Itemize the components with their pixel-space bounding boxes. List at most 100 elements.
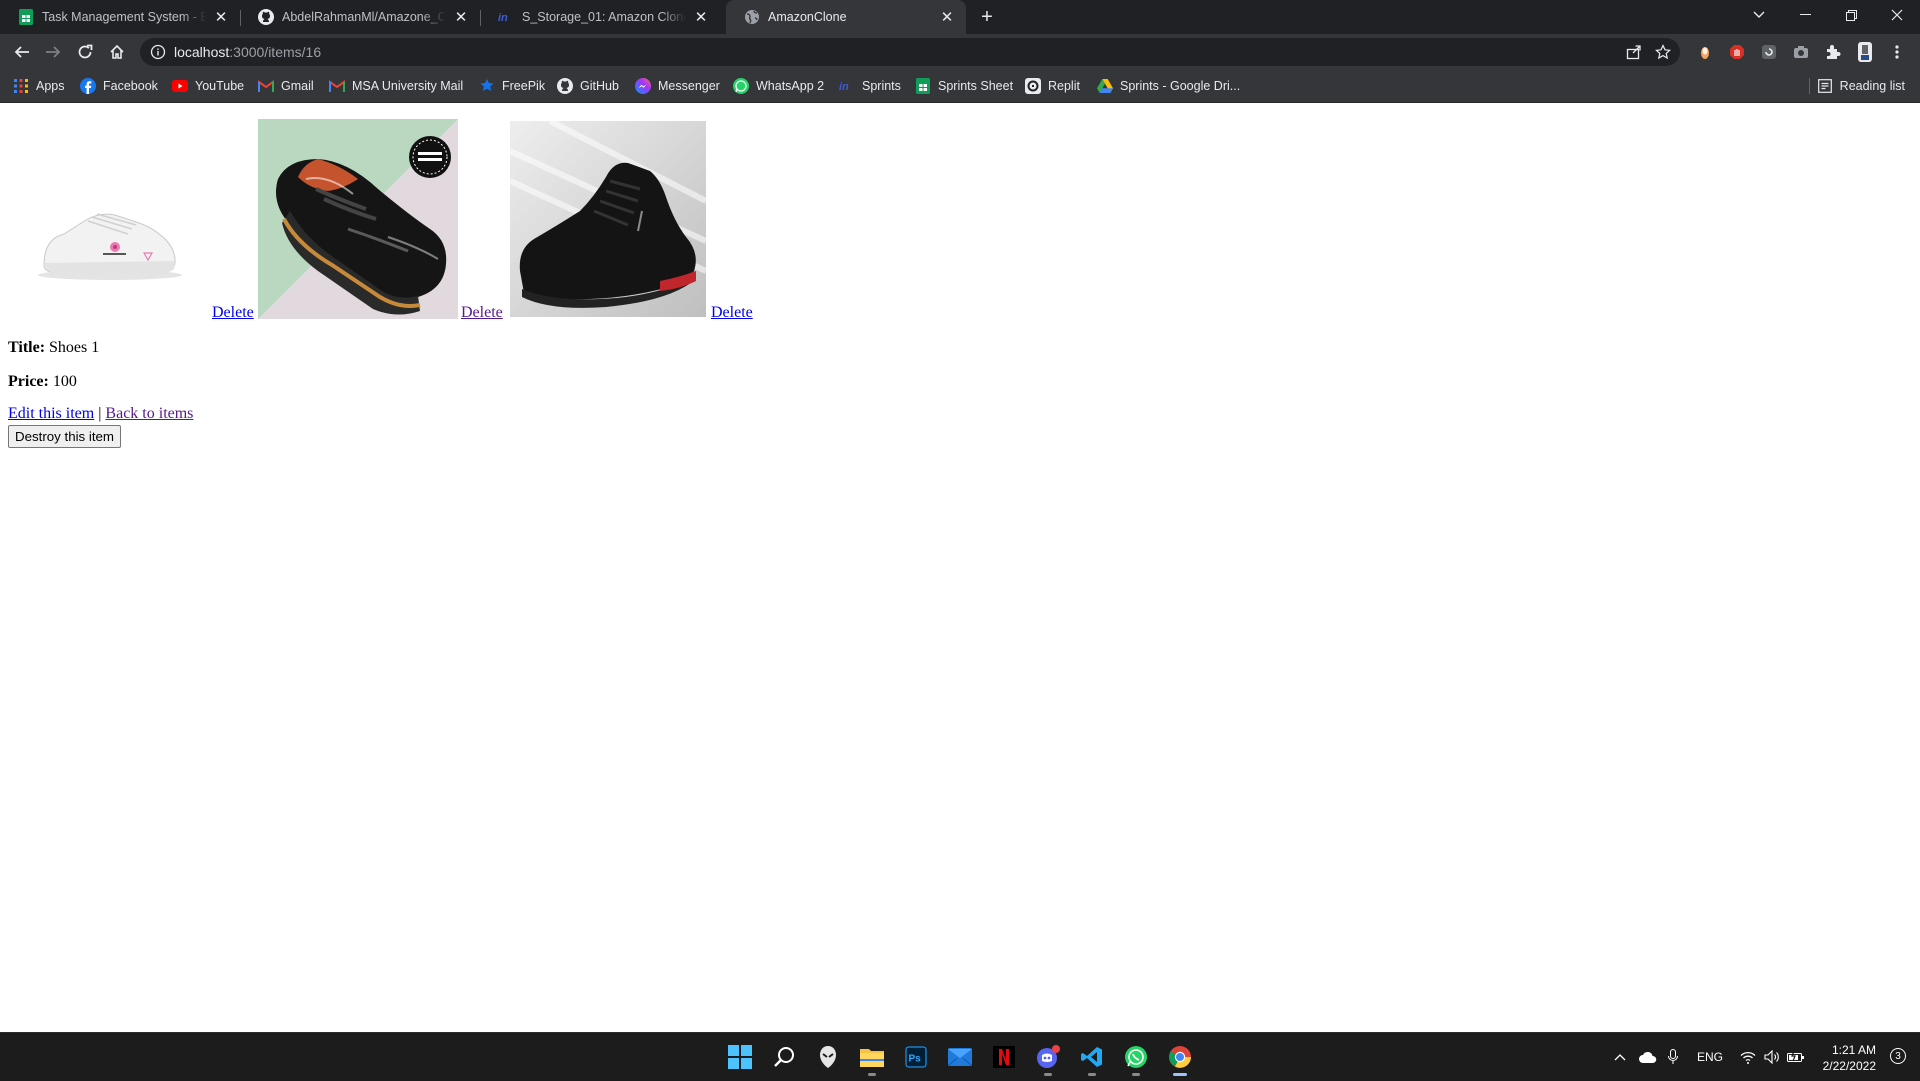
close-icon[interactable]: ✕ xyxy=(692,8,710,26)
tab-search-button[interactable] xyxy=(1736,0,1782,30)
chrome-icon[interactable] xyxy=(1164,1041,1196,1076)
extension-camera-icon[interactable] xyxy=(1792,43,1810,61)
svg-text:in: in xyxy=(839,81,849,93)
battery-icon[interactable] xyxy=(1786,1047,1806,1067)
destroy-item-button[interactable]: Destroy this item xyxy=(8,425,122,448)
chrome-menu-icon[interactable] xyxy=(1888,43,1906,61)
running-indicator xyxy=(868,1073,876,1076)
link-separator: | xyxy=(98,405,102,422)
white-sneaker-image xyxy=(8,118,211,321)
extension-adblock-icon[interactable] xyxy=(1728,43,1746,61)
windows-start-icon[interactable] xyxy=(724,1041,756,1073)
whatsapp-icon xyxy=(733,78,749,94)
tab-amazonclone[interactable]: AmazonClone ✕ xyxy=(726,0,966,34)
new-tab-button[interactable]: + xyxy=(976,6,998,28)
share-icon[interactable] xyxy=(1625,43,1643,61)
black-patent-loafer-image xyxy=(258,119,458,319)
gmail-icon xyxy=(329,78,345,94)
youtube-icon xyxy=(172,78,188,94)
bookmark-star-icon[interactable] xyxy=(1654,43,1672,61)
bookmark-freepik[interactable]: FreePik xyxy=(479,77,545,95)
address-bar[interactable]: localhost:3000/items/16 xyxy=(140,38,1680,66)
bookmark-youtube[interactable]: YouTube xyxy=(172,77,244,95)
reading-list-button[interactable]: Reading list xyxy=(1817,77,1905,95)
bookmark-label: Replit xyxy=(1048,79,1080,93)
url-path: :3000/items/16 xyxy=(229,44,322,60)
site-info-icon[interactable] xyxy=(150,44,166,60)
page-content: Delete Delete Delete Title: Shoes 1 Pric… xyxy=(0,103,1920,1032)
bookmark-messenger[interactable]: Messenger xyxy=(635,77,720,95)
item-price-value: 100 xyxy=(52,373,77,390)
close-window-button[interactable] xyxy=(1874,0,1920,30)
wifi-icon[interactable] xyxy=(1738,1047,1758,1067)
bookmarks-bar: Apps Facebook YouTube Gmail MSA Universi… xyxy=(0,70,1920,103)
bookmark-label: YouTube xyxy=(195,79,245,93)
facebook-icon xyxy=(80,78,96,94)
onedrive-icon[interactable] xyxy=(1638,1047,1658,1067)
url-host: localhost xyxy=(174,44,230,60)
item-price-field: Price: 100 xyxy=(8,373,77,391)
extension-honey-icon[interactable] xyxy=(1696,43,1714,61)
back-button[interactable] xyxy=(9,39,35,65)
black-knit-sneaker-image xyxy=(510,121,706,317)
reload-button[interactable] xyxy=(72,39,98,65)
bookmark-gmail[interactable]: Gmail xyxy=(258,77,314,95)
show-hidden-icons-icon[interactable] xyxy=(1612,1047,1628,1067)
tab-title: S_Storage_01: Amazon Clone with Rails xyxy=(522,10,686,24)
mail-icon[interactable] xyxy=(944,1041,976,1073)
bookmark-msa-mail[interactable]: MSA University Mail xyxy=(329,77,463,95)
tab-task-management[interactable]: Task Management System - Backlog ✕ xyxy=(0,0,240,34)
item-title-value: Shoes 1 xyxy=(49,339,100,356)
extension-copy-icon[interactable] xyxy=(1760,43,1778,61)
microphone-icon[interactable] xyxy=(1664,1047,1682,1067)
close-icon[interactable]: ✕ xyxy=(212,8,230,26)
file-explorer-icon[interactable] xyxy=(856,1041,888,1076)
tab-title: Task Management System - Backlog xyxy=(42,10,206,24)
close-icon[interactable]: ✕ xyxy=(452,8,470,26)
gmail-icon xyxy=(258,78,274,94)
tab-sprints-storage[interactable]: in S_Storage_01: Amazon Clone with Rails… xyxy=(480,0,720,34)
vscode-icon[interactable] xyxy=(1076,1041,1108,1076)
language-indicator[interactable]: ENG xyxy=(1694,1047,1726,1067)
edit-item-link[interactable]: Edit this item xyxy=(8,405,94,422)
tab-github-repo[interactable]: AbdelRahmanMl/Amazone_Clone ✕ xyxy=(240,0,480,34)
delete-image-1-link[interactable]: Delete xyxy=(212,304,254,322)
search-icon[interactable] xyxy=(768,1041,800,1073)
item-price-label: Price: xyxy=(8,373,49,390)
bookmark-replit[interactable]: Replit xyxy=(1025,77,1080,95)
bookmark-github[interactable]: GitHub xyxy=(557,77,619,95)
bookmark-apps[interactable]: Apps xyxy=(13,77,65,95)
bookmark-sprints[interactable]: in Sprints xyxy=(839,77,901,95)
forward-button[interactable] xyxy=(40,39,66,65)
photoshop-icon[interactable]: Ps xyxy=(900,1041,932,1073)
url-text[interactable]: localhost:3000/items/16 xyxy=(174,44,321,60)
bookmark-label: WhatsApp 2 xyxy=(756,79,825,93)
back-to-items-link[interactable]: Back to items xyxy=(105,405,193,422)
whatsapp-icon[interactable] xyxy=(1120,1041,1152,1076)
bookmark-google-drive[interactable]: Sprints - Google Dri... xyxy=(1097,77,1240,95)
bookmark-label: Sprints - Google Dri... xyxy=(1120,79,1241,93)
minimize-button[interactable] xyxy=(1782,0,1828,30)
extensions-puzzle-icon[interactable] xyxy=(1824,43,1842,61)
netflix-icon[interactable] xyxy=(988,1041,1020,1073)
browser-toolbar: localhost:3000/items/16 xyxy=(0,34,1920,70)
profile-avatar-icon[interactable] xyxy=(1856,42,1874,62)
close-icon[interactable]: ✕ xyxy=(938,8,956,26)
restore-button[interactable] xyxy=(1828,0,1874,30)
item-title-label: Title: xyxy=(8,339,46,356)
home-button[interactable] xyxy=(104,39,130,65)
notification-badge[interactable]: 3 xyxy=(1890,1048,1906,1064)
volume-icon[interactable] xyxy=(1762,1047,1782,1067)
bookmark-label: GitHub xyxy=(580,79,619,93)
bookmark-sprints-sheet[interactable]: Sprints Sheet xyxy=(915,77,1013,95)
discord-icon[interactable] xyxy=(1032,1041,1064,1076)
bookmark-whatsapp[interactable]: WhatsApp 2 xyxy=(733,77,824,95)
bookmark-facebook[interactable]: Facebook xyxy=(80,77,158,95)
globe-icon xyxy=(744,9,760,25)
delete-image-3-link[interactable]: Delete xyxy=(711,304,753,322)
system-clock[interactable]: 1:21 AM 2/22/2022 xyxy=(1823,1042,1876,1074)
bookmark-label: Apps xyxy=(36,79,65,93)
delete-image-2-link[interactable]: Delete xyxy=(461,304,503,322)
alienware-icon[interactable] xyxy=(812,1041,844,1073)
tab-strip: Task Management System - Backlog ✕ Abdel… xyxy=(0,0,1920,34)
